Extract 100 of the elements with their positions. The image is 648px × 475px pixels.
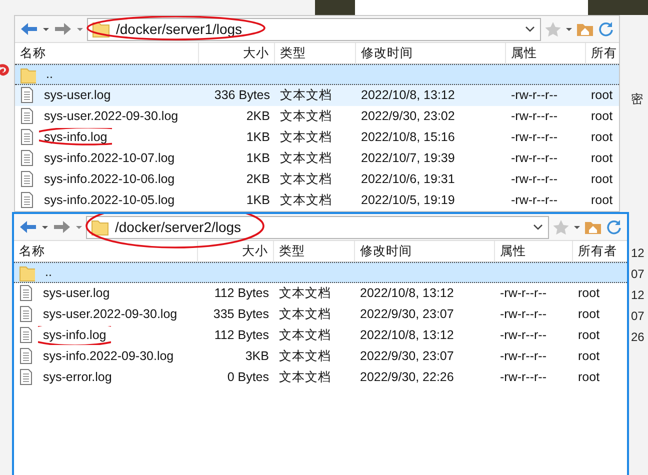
file-row[interactable]: sys-info.log 1KB 文本文档 2022/10/8, 15:16 -rw-r--r-- root <box>15 127 619 148</box>
file-row[interactable]: sys-error.log 0 Bytes 文本文档 2022/9/30, 22:26 -rw-r--r-- root <box>14 367 627 388</box>
file-row[interactable]: sys-info.2022-10-07.log 1KB 文本文档 2022/10/7, 19:39 -rw-r--r-- root <box>15 148 619 169</box>
file-icon <box>20 192 34 209</box>
folder-icon <box>20 66 36 84</box>
file-name: sys-info.2022-10-06.log <box>43 171 176 188</box>
file-owner: root <box>577 369 601 386</box>
column-header[interactable]: 类型 <box>274 241 355 261</box>
modified-time: 2022/10/8, 15:16 <box>360 129 456 146</box>
file-name: sys-user.2022-09-30.log <box>42 306 178 324</box>
back-icon[interactable] <box>18 219 38 235</box>
file-type: 文本文档 <box>278 285 332 302</box>
file-name: sys-info.log <box>38 326 112 345</box>
file-icon <box>19 327 33 344</box>
forward-icon[interactable] <box>53 21 73 37</box>
file-row[interactable]: sys-user.2022-09-30.log 335 Bytes 文本文档 2022/9/30, 23:07 -rw-r--r-- root <box>14 304 627 325</box>
file-row[interactable]: sys-user.log 336 Bytes 文本文档 2022/10/8, 13:12 -rw-r--r-- root <box>15 85 619 106</box>
file-owner: root <box>590 129 614 146</box>
file-owner: root <box>590 171 614 188</box>
address-field[interactable]: /docker/server1/logs <box>87 18 541 40</box>
column-header[interactable]: 名称 <box>15 43 199 63</box>
file-name: .. <box>45 66 54 84</box>
file-owner: root <box>577 327 601 344</box>
background-text: 07 <box>631 308 644 325</box>
file-row[interactable]: sys-info.log 112 Bytes 文本文档 2022/10/8, 13:12 -rw-r--r-- root <box>14 325 627 346</box>
parent-folder-row[interactable]: .. <box>15 64 619 85</box>
file-size: 112 Bytes <box>213 285 270 302</box>
modified-time: 2022/10/7, 19:39 <box>360 150 456 168</box>
file-icon <box>20 108 34 125</box>
path-text: /docker/server2/logs <box>115 216 242 238</box>
file-type: 文本文档 <box>278 327 332 344</box>
modified-time: 2022/9/30, 23:02 <box>360 108 456 126</box>
permissions: -rw-r--r-- <box>510 87 558 104</box>
file-size: 3KB <box>244 348 270 366</box>
back-icon[interactable] <box>19 21 39 37</box>
permissions: -rw-r--r-- <box>499 285 548 302</box>
background-text: 07 <box>631 266 644 283</box>
file-type: 文本文档 <box>278 348 332 366</box>
file-size: 2KB <box>245 108 271 126</box>
file-icon <box>19 369 33 386</box>
file-size: 1KB <box>245 192 271 210</box>
file-row[interactable]: sys-info.2022-09-30.log 3KB 文本文档 2022/9/30, 23:07 -rw-r--r-- root <box>14 346 627 367</box>
column-header[interactable]: 属性 <box>495 241 573 261</box>
permissions: -rw-r--r-- <box>510 192 558 210</box>
file-row[interactable]: sys-user.log 112 Bytes 文本文档 2022/10/8, 13:12 -rw-r--r-- root <box>14 283 627 304</box>
modified-time: 2022/10/8, 13:12 <box>359 285 455 302</box>
file-row[interactable]: sys-info.2022-10-05.log 1KB 文本文档 2022/10/5, 19:19 -rw-r--r-- root <box>15 190 619 211</box>
column-header[interactable]: 大小 <box>198 241 274 261</box>
background-text: 26 <box>631 329 644 346</box>
file-owner: root <box>577 285 601 302</box>
file-type: 文本文档 <box>279 150 333 168</box>
star-icon[interactable] <box>544 21 562 37</box>
file-name: sys-user.2022-09-30.log <box>43 108 180 126</box>
file-type: 文本文档 <box>278 369 332 386</box>
permissions: -rw-r--r-- <box>499 327 548 344</box>
column-header[interactable]: 名称 <box>14 241 198 261</box>
file-size: 2KB <box>245 171 271 188</box>
file-icon <box>19 306 33 323</box>
column-header[interactable]: 大小 <box>199 43 275 63</box>
file-size: 112 Bytes <box>213 327 270 344</box>
file-row[interactable]: sys-info.2022-10-06.log 2KB 文本文档 2022/10/6, 19:31 -rw-r--r-- root <box>15 169 619 190</box>
parent-folder-row[interactable]: .. <box>14 262 627 283</box>
modified-time: 2022/9/30, 23:07 <box>359 306 455 324</box>
permissions: -rw-r--r-- <box>510 108 558 126</box>
file-owner: root <box>577 348 601 366</box>
modified-time: 2022/9/30, 23:07 <box>359 348 455 366</box>
column-header[interactable]: 修改时间 <box>355 241 495 261</box>
permissions: -rw-r--r-- <box>510 150 558 168</box>
file-size: 1KB <box>245 129 271 146</box>
file-name: .. <box>44 264 53 282</box>
forward-icon[interactable] <box>52 219 72 235</box>
file-icon <box>19 348 33 365</box>
file-type: 文本文档 <box>279 108 333 126</box>
file-icon <box>20 87 34 104</box>
permissions: -rw-r--r-- <box>499 306 548 324</box>
column-header[interactable]: 类型 <box>275 43 356 63</box>
column-header[interactable]: 所有者 <box>573 241 627 261</box>
path-text: /docker/server1/logs <box>116 18 242 40</box>
modified-time: 2022/10/8, 13:12 <box>359 327 455 344</box>
file-size: 1KB <box>245 150 271 168</box>
file-type: 文本文档 <box>278 306 332 324</box>
file-icon <box>20 129 34 146</box>
refresh-icon[interactable] <box>597 21 615 37</box>
file-type: 文本文档 <box>279 87 333 104</box>
app-icon <box>0 64 10 78</box>
file-row[interactable]: sys-user.2022-09-30.log 2KB 文本文档 2022/9/30, 23:02 -rw-r--r-- root <box>15 106 619 127</box>
modified-time: 2022/9/30, 22:26 <box>359 369 455 386</box>
file-name: sys-error.log <box>42 369 113 386</box>
modified-time: 2022/10/5, 19:19 <box>360 192 456 210</box>
column-header[interactable]: 属性 <box>506 43 586 63</box>
file-size: 336 Bytes <box>213 87 271 104</box>
background-text: 12 <box>631 287 644 304</box>
star-icon[interactable] <box>552 219 570 235</box>
file-owner: root <box>590 192 614 210</box>
column-header[interactable]: 所有 <box>586 43 619 63</box>
column-header[interactable]: 修改时间 <box>356 43 506 63</box>
modified-time: 2022/10/6, 19:31 <box>360 171 456 188</box>
file-name: sys-user.log <box>42 285 111 302</box>
file-owner: root <box>590 150 614 168</box>
refresh-icon[interactable] <box>605 219 623 235</box>
